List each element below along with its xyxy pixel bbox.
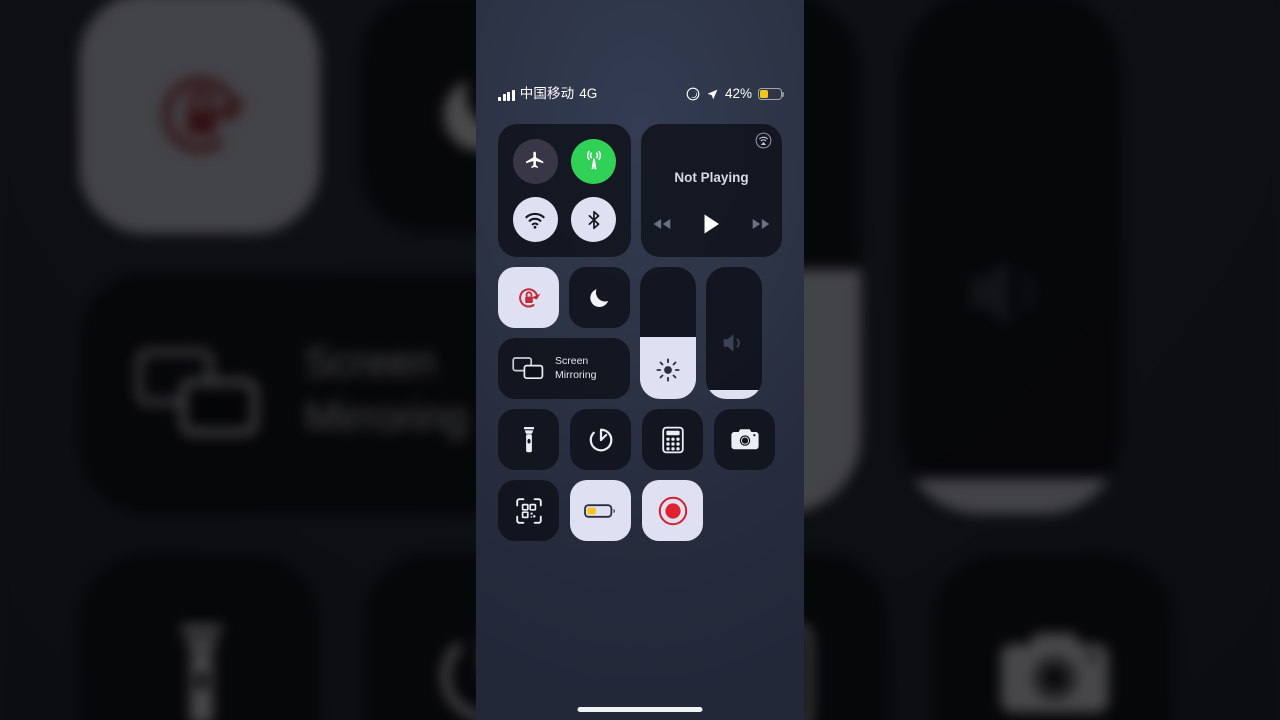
screen-mirroring-tile[interactable]: Screen Mirroring (498, 338, 630, 399)
cc-row-2-left-column: Screen Mirroring (498, 267, 630, 399)
battery-icon (758, 88, 785, 100)
low-power-mode-toggle[interactable] (570, 480, 631, 541)
cellular-antenna-icon (582, 149, 606, 173)
rotation-lock-toggle[interactable] (498, 267, 559, 328)
wifi-icon (523, 208, 547, 232)
rotation-lock-icon (514, 283, 544, 313)
now-playing-title: Not Playing (674, 170, 749, 185)
qr-code-scanner-button[interactable] (498, 480, 559, 541)
timer-icon (587, 426, 615, 454)
brightness-slider[interactable] (640, 267, 696, 399)
connectivity-module[interactable] (498, 124, 631, 257)
transport-controls (652, 213, 771, 235)
screen-recording-toggle[interactable] (642, 480, 703, 541)
home-indicator[interactable] (577, 707, 703, 712)
battery-percent-label: 42% (724, 86, 752, 102)
status-bar: 中国移动 4G 42% (476, 82, 804, 106)
cc-row-2: Screen Mirroring (498, 267, 782, 399)
flashlight-toggle[interactable] (79, 553, 321, 720)
sun-icon (640, 357, 696, 383)
location-arrow-icon (706, 88, 719, 101)
control-center-grid: Not Playing (498, 124, 782, 541)
airplane-icon (524, 150, 546, 172)
rotation-lock-icon (140, 54, 259, 173)
calculator-button[interactable] (642, 409, 703, 470)
camera-button[interactable] (932, 553, 1174, 720)
record-icon (657, 495, 689, 527)
flashlight-icon (516, 425, 542, 455)
airplay-audio-icon[interactable] (755, 132, 772, 149)
cc-row-4 (498, 480, 782, 541)
network-type: 4G (579, 86, 598, 102)
cc-row-1: Not Playing (498, 124, 782, 257)
bluetooth-toggle[interactable] (571, 197, 617, 243)
control-center-panel: 中国移动 4G 42% (476, 0, 804, 720)
volume-slider[interactable] (706, 267, 762, 399)
screen-root: 中国移动 4G 42% (0, 0, 1280, 720)
status-bar-right: 42% (686, 86, 785, 102)
fast-forward-button[interactable] (751, 217, 771, 231)
play-button[interactable] (702, 213, 721, 235)
camera-button[interactable] (714, 409, 775, 470)
camera-icon (730, 427, 760, 453)
rewind-button[interactable] (652, 217, 672, 231)
cellular-data-toggle[interactable] (571, 138, 617, 184)
speaker-icon (901, 245, 1122, 340)
rotation-lock-toggle[interactable] (79, 0, 321, 234)
screen-mirroring-label: Screen Mirroring (304, 341, 468, 441)
carrier-name: 中国移动 (519, 86, 575, 102)
wifi-toggle[interactable] (512, 197, 558, 243)
flashlight-icon (148, 615, 251, 720)
camera-icon (994, 623, 1113, 720)
flashlight-toggle[interactable] (498, 409, 559, 470)
qr-code-icon (515, 497, 543, 525)
screen-mirroring-label: Screen Mirroring (555, 355, 597, 381)
status-bar-left: 中国移动 4G (498, 87, 597, 101)
moon-circle-icon (686, 87, 700, 101)
calculator-icon (661, 426, 685, 454)
timer-toggle[interactable] (570, 409, 631, 470)
cellular-bars-icon (498, 89, 515, 101)
moon-icon (587, 285, 612, 310)
screen-mirroring-icon (134, 342, 260, 445)
battery-low-power-icon (583, 502, 618, 520)
cc-toggle-pair (498, 267, 630, 328)
volume-fill (706, 389, 762, 399)
bluetooth-icon (583, 209, 605, 231)
screen-mirroring-icon (512, 356, 544, 382)
speaker-icon (706, 331, 762, 355)
airplane-mode-toggle[interactable] (512, 138, 558, 184)
do-not-disturb-toggle[interactable] (569, 267, 630, 328)
cc-row-3 (498, 409, 782, 470)
volume-fill (900, 477, 1122, 515)
volume-slider[interactable] (900, 0, 1122, 515)
now-playing-module[interactable]: Not Playing (641, 124, 782, 257)
